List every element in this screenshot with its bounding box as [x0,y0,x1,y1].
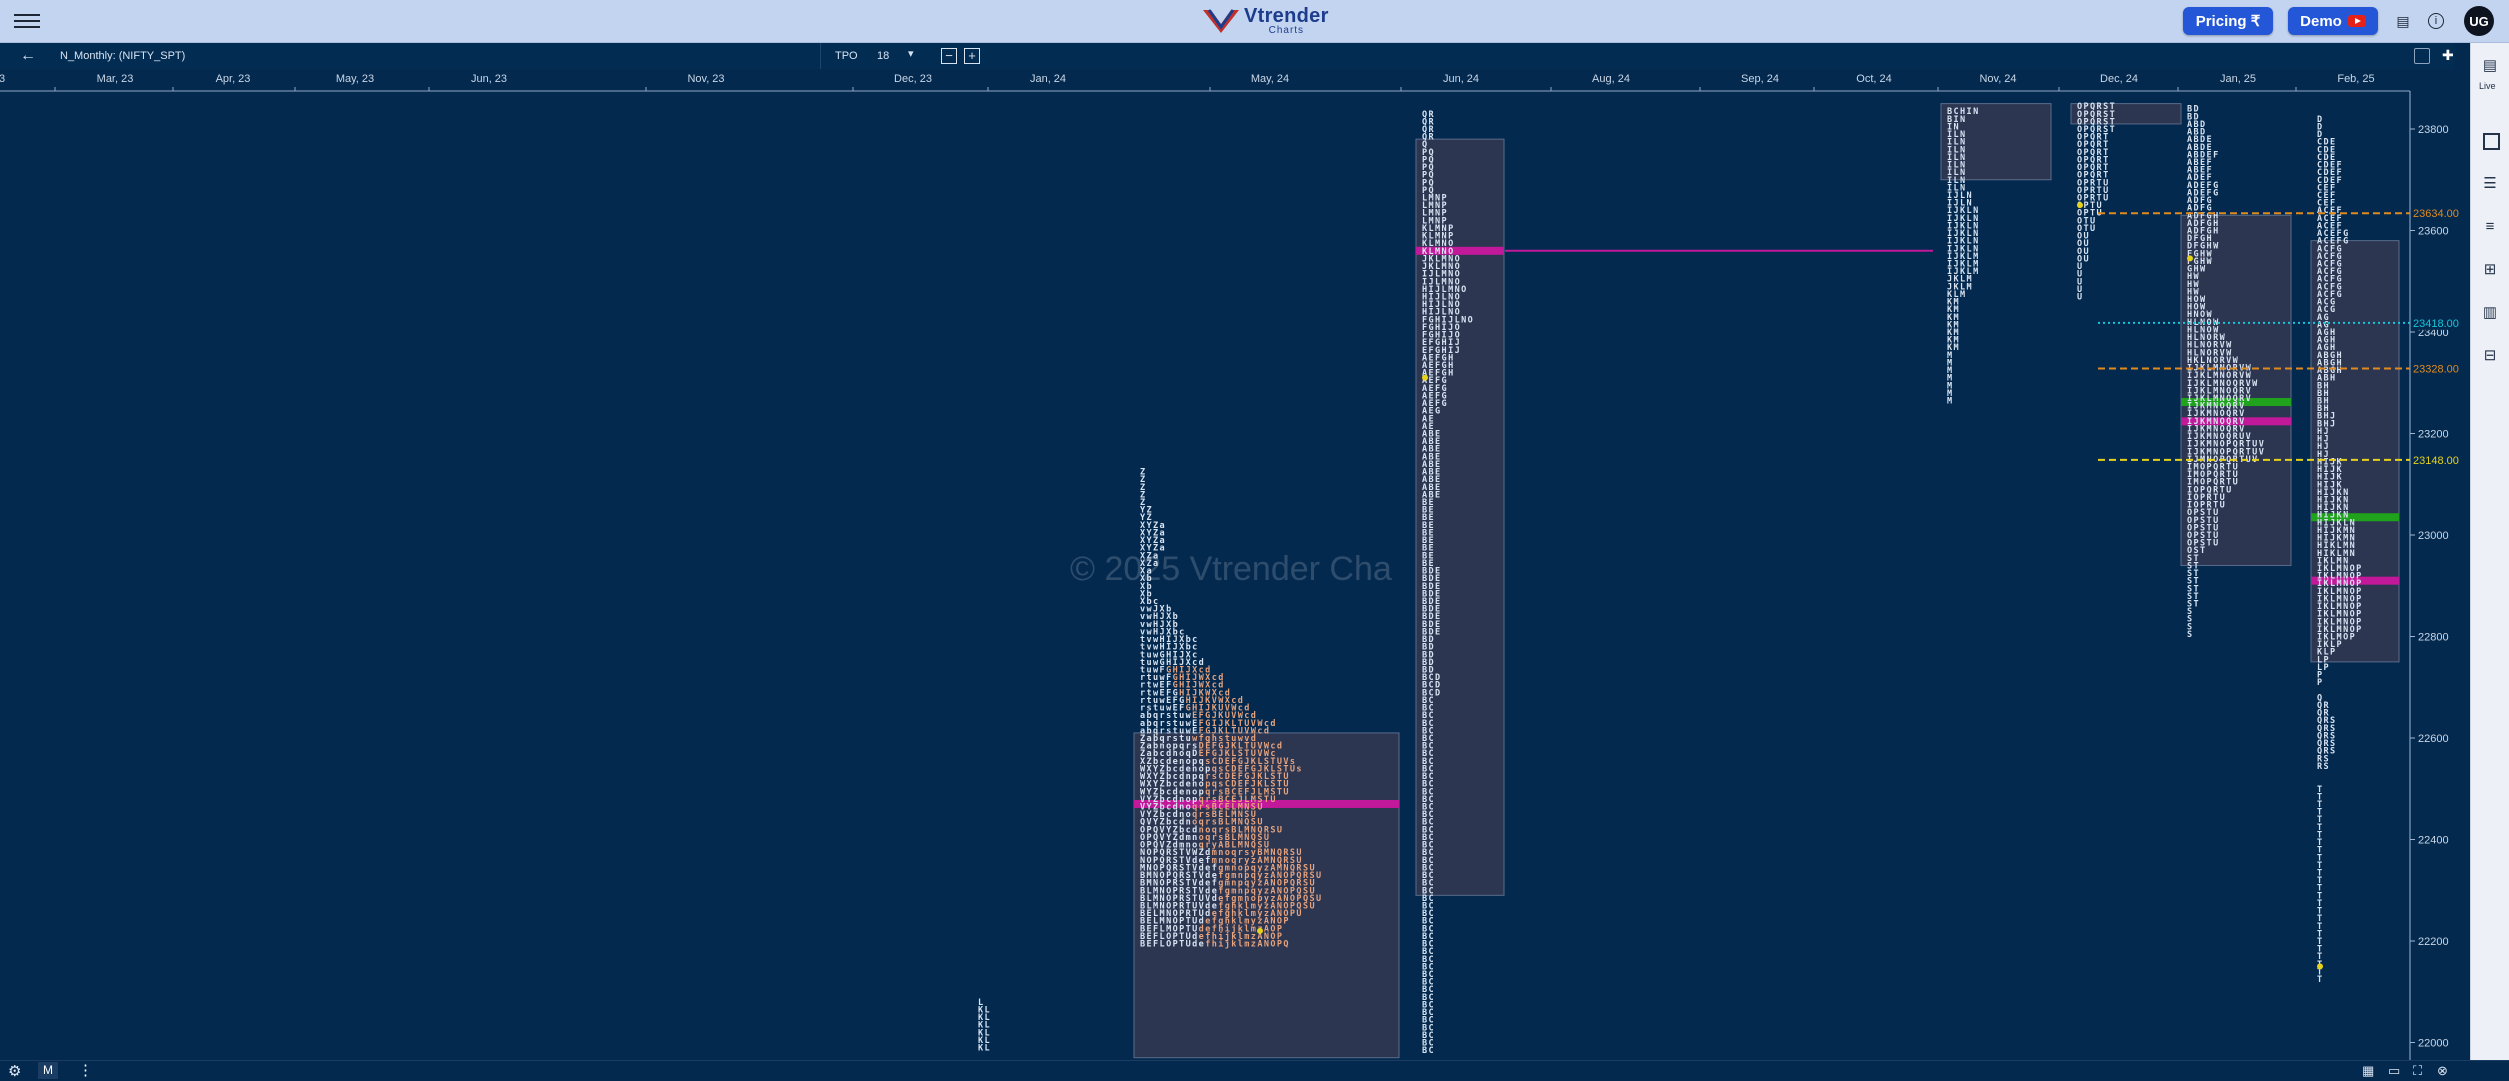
watermark: © 2025 Vtrender Cha [1070,550,1392,588]
y-tick-label: 23200 [2418,429,2449,441]
x-tick-label: Nov, 23 [687,73,724,85]
more-options-icon[interactable]: ⋮ [78,1061,93,1079]
y-tick-label: 23600 [2418,226,2449,238]
pin-icon[interactable]: ✚ [2442,47,2454,64]
tpo-row: BC [1422,1046,1435,1056]
price-line-label: 23634.00 [2413,208,2459,220]
y-tick-label: 23800 [2418,124,2449,136]
info-icon[interactable]: i [2428,13,2444,29]
tpo-label: TPO [835,50,858,62]
marker-dot [1257,927,1263,934]
price-line-label: 23328.00 [2413,364,2459,376]
x-tick-label: Jan, 25 [2220,73,2256,85]
toolbar-divider [820,43,821,69]
tpo-row: P [2317,678,2324,688]
tpo-row: M [1947,397,1954,407]
split-layout-icon[interactable]: ☰ [2481,175,2499,193]
live-label: Live [2479,81,2496,91]
increase-tpo-button[interactable]: + [964,48,980,64]
marker-dot [2077,202,2083,209]
x-tick-label: Dec, 24 [2100,73,2138,85]
tpo-row: T [2317,975,2324,985]
tpo-row: S [2187,630,2194,640]
marker-dot [2187,255,2193,262]
tpo-row: U [2077,292,2084,302]
fullscreen-icon[interactable]: ⛶ [2413,1063,2422,1079]
y-tick-label: 23000 [2418,530,2449,542]
grid-layout-icon[interactable]: ⊞ [2481,261,2499,279]
live-document-icon[interactable]: ▤ [2481,57,2499,75]
decrease-tpo-button[interactable]: − [941,48,957,64]
x-tick-label: Apr, 23 [216,73,251,85]
symbol-label: N_Monthly: (NIFTY_SPT) [60,50,186,62]
x-tick-label: 3 [0,73,5,85]
youtube-icon [2347,15,2366,27]
marker-dot [1422,374,1428,381]
logo[interactable]: Vtrender Charts [1200,4,1329,38]
price-line-label: 23148.00 [2413,455,2459,467]
logo-mark-icon [1203,9,1239,33]
tpo-row: BEFLOPTUdefhijklmzANOPQ [1140,939,1290,950]
price-line-label: 23418.00 [2413,318,2459,330]
save-icon[interactable] [2414,48,2430,64]
columns-layout-icon[interactable]: ▥ [2481,304,2499,322]
panel-toggle-icon[interactable]: ▭ [2388,1063,2400,1079]
x-tick-label: Sep, 24 [1741,73,1779,85]
chevron-down-icon[interactable]: ▾ [908,47,914,60]
mode-button[interactable]: M [38,1062,58,1079]
pricing-button[interactable]: Pricing ₹ [2183,7,2273,35]
menu-icon[interactable] [14,10,40,32]
demo-button[interactable]: Demo [2288,7,2378,35]
y-tick-label: 22800 [2418,632,2449,644]
document-icon[interactable]: ▤ [2394,12,2412,30]
x-tick-label: Mar, 23 [97,73,134,85]
x-tick-label: Nov, 24 [1979,73,2016,85]
marker-dot [2317,963,2323,970]
grid-toggle-icon[interactable]: ▦ [2362,1063,2374,1079]
x-tick-label: Jun, 23 [471,73,507,85]
tpo-row: KL [978,1044,991,1054]
logo-subtext: Charts [1268,25,1305,36]
right-sidebar: ▤ Live ☰ ≡ ⊞ ▥ ⊟ [2470,43,2509,1060]
y-tick-label: 22600 [2418,733,2449,745]
tpo-size-select[interactable]: 18 [877,50,889,62]
x-tick-label: Oct, 24 [1856,73,1891,85]
y-tick-label: 22200 [2418,936,2449,948]
gear-icon[interactable]: ⚙ [8,1062,21,1080]
multi-grid-icon[interactable]: ⊟ [2481,347,2499,365]
y-tick-label: 22000 [2418,1038,2449,1050]
x-tick-label: Jun, 24 [1443,73,1479,85]
demo-label: Demo [2300,12,2342,30]
avatar[interactable]: UG [2464,6,2494,36]
close-icon[interactable]: ⊗ [2437,1063,2448,1079]
tpo-row: RS [2317,762,2330,772]
x-tick-label: Feb, 25 [2337,73,2374,85]
x-tick-label: Dec, 23 [894,73,932,85]
back-arrow-icon[interactable]: ← [20,47,36,65]
x-tick-label: Aug, 24 [1592,73,1630,85]
x-tick-label: Jan, 24 [1030,73,1066,85]
logo-text: Vtrender [1244,5,1329,27]
single-chart-icon[interactable] [2483,133,2500,150]
x-tick-label: May, 24 [1251,73,1289,85]
top-bar: Vtrender Charts Pricing ₹ Demo ▤ i UG [0,0,2509,43]
chart-toolbar: ← N_Monthly: (NIFTY_SPT) TPO 18 ▾ − + ✚ [0,43,2455,69]
bottom-bar: ⚙ M ⋮ ▦ ▭ ⛶ ⊗ [0,1060,2509,1081]
x-tick-label: May, 23 [336,73,374,85]
y-tick-label: 22400 [2418,835,2449,847]
rows-layout-icon[interactable]: ≡ [2481,218,2499,236]
